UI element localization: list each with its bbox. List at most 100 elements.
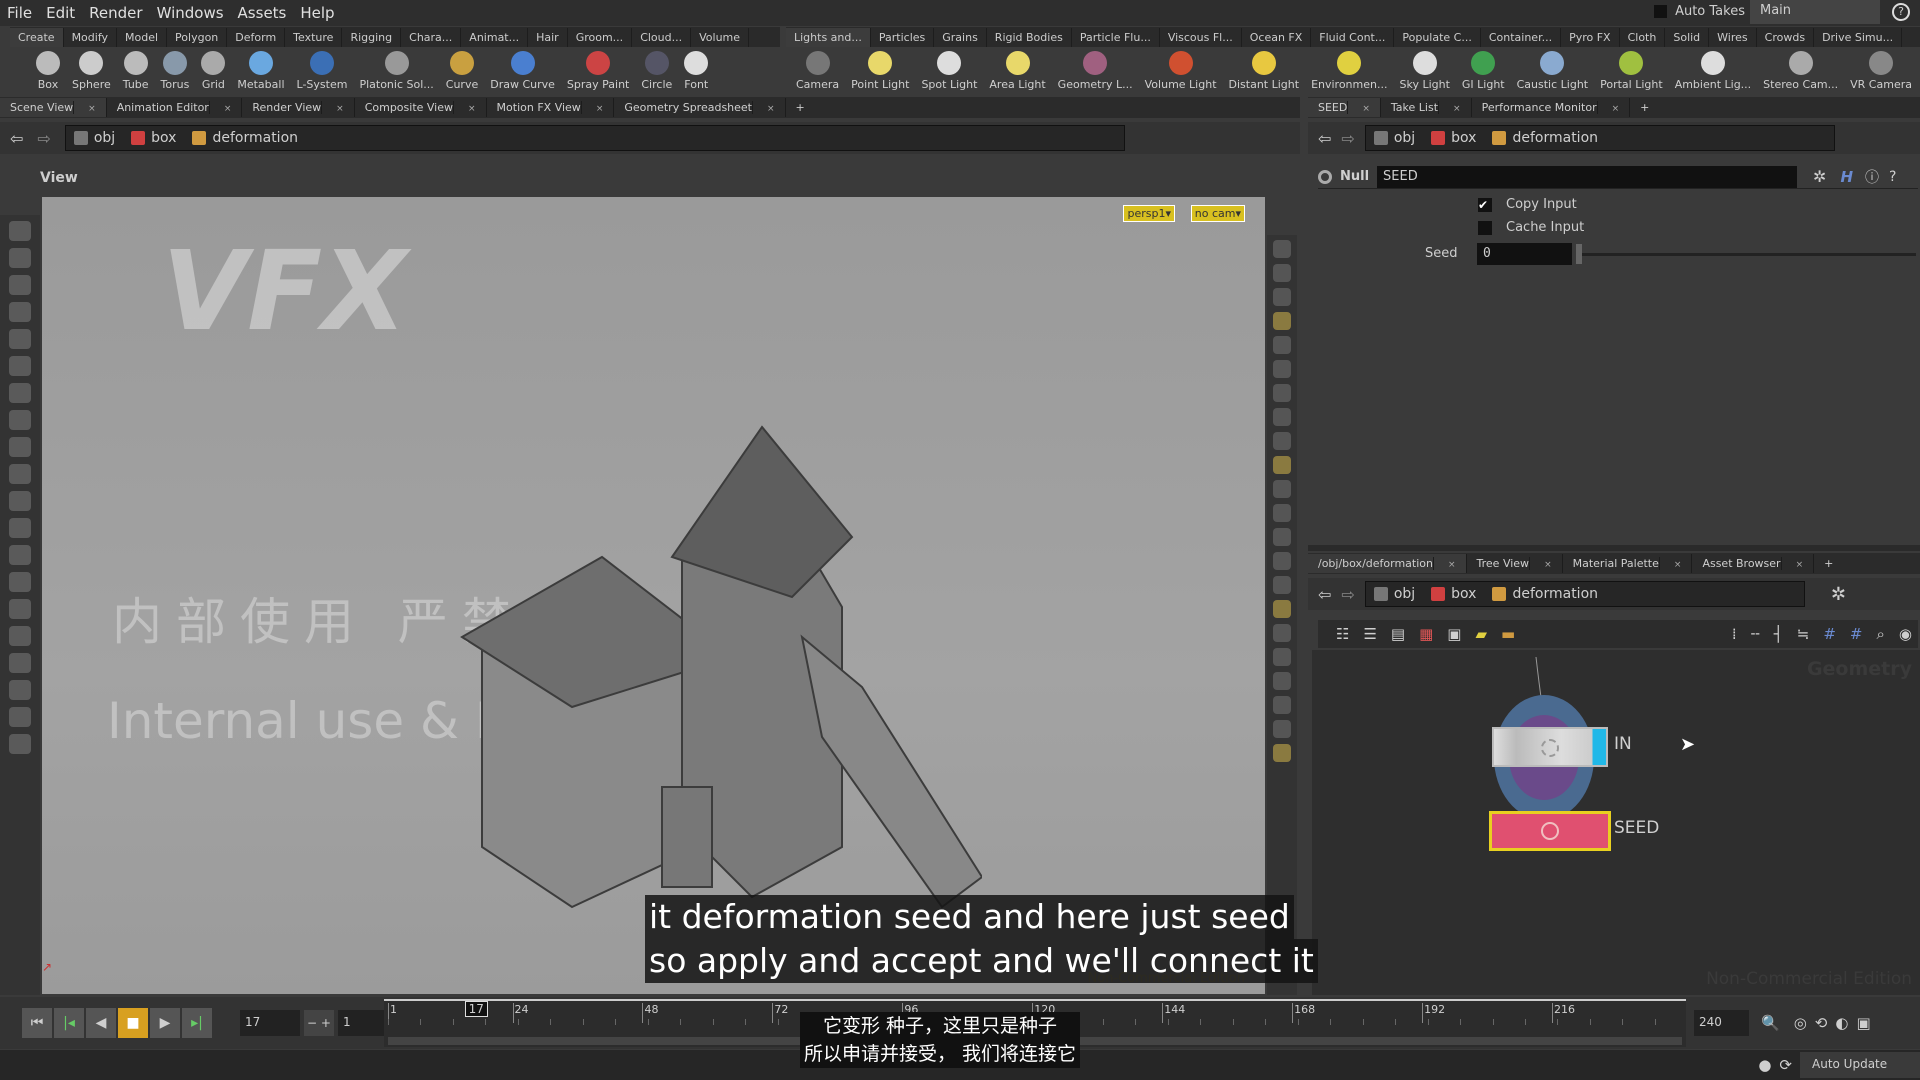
step-stepper[interactable]: − + [304,1010,334,1036]
stop-icon[interactable]: ■ [118,1008,148,1038]
list-icon[interactable]: ☰ [1363,625,1376,643]
display-option-icon[interactable] [1273,600,1291,618]
menu-help[interactable]: Help [293,4,341,22]
close-icon[interactable]: × [336,104,344,114]
cache-icon[interactable]: ● [1758,1056,1771,1074]
shelf-tool-stereo-cam-[interactable]: Stereo Cam... [1763,51,1838,91]
pane-tab[interactable]: Performance Monitor × [1472,98,1631,117]
pane-tab[interactable]: Take List × [1381,98,1472,117]
shelf-tab[interactable]: Crowds [1757,27,1815,47]
shelf-tool-distant-light[interactable]: Distant Light [1229,51,1299,91]
shelf-tab[interactable]: Pyro FX [1561,27,1620,47]
back-icon[interactable]: ⇦ [1318,585,1331,604]
viewport-tool-icon[interactable] [9,221,31,241]
shelf-tool-point-light[interactable]: Point Light [851,51,909,91]
shelf-tool-box[interactable]: Box [36,51,60,91]
viewport-tool-icon[interactable] [9,491,31,511]
shelf-tool-vr-camera[interactable]: VR Camera [1850,51,1912,91]
help-icon[interactable]: ? [1892,3,1910,21]
no-cam-menu[interactable]: no cam▾ [1190,205,1245,222]
snap-icon[interactable]: ╌ [1751,625,1760,643]
menu-edit[interactable]: Edit [39,4,82,22]
refresh-icon[interactable]: ⟳ [1779,1056,1792,1074]
display-option-icon[interactable] [1273,456,1291,474]
viewport-tool-icon[interactable] [9,356,31,376]
viewport-tool-icon[interactable] [9,464,31,484]
close-icon[interactable]: × [88,104,96,114]
node-seed[interactable] [1489,811,1611,851]
viewport-tool-icon[interactable] [9,599,31,619]
shelf-tool-environmen-[interactable]: Environmen... [1311,51,1387,91]
pane-tab[interactable]: Asset Browser × [1692,554,1815,573]
pane-tab[interactable]: Motion FX View × [487,98,615,117]
display-option-icon[interactable] [1273,408,1291,426]
forward-icon[interactable]: ⇨ [37,129,50,148]
shelf-tab[interactable]: Hair [528,27,568,47]
step-field[interactable]: 1 [338,1010,384,1036]
shelf-tab[interactable]: Polygon [167,27,228,47]
realtime-icon[interactable]: ◎ [1794,1014,1807,1032]
forward-icon[interactable]: ⇨ [1341,585,1354,604]
grid-snap-icon[interactable]: # [1823,625,1836,643]
shelf-tab[interactable]: Particles [871,27,935,47]
menu-render[interactable]: Render [82,4,149,22]
viewport-tool-icon[interactable] [9,626,31,646]
play-icon[interactable]: ▶ [150,1008,180,1038]
prev-key-icon[interactable]: |◂ [54,1008,84,1038]
shelf-tab[interactable]: Particle Flu... [1072,27,1160,47]
viewport-tool-icon[interactable] [9,518,31,538]
layout-icon[interactable]: ┤ [1774,625,1783,643]
shelf-tool-tube[interactable]: Tube [123,51,149,91]
shelf-tab[interactable]: Animat... [461,27,529,47]
display-option-icon[interactable] [1273,672,1291,690]
tree-icon[interactable]: ☷ [1336,625,1349,643]
forward-icon[interactable]: ⇨ [1341,129,1354,148]
gear-icon[interactable]: ✲ [1831,584,1846,605]
houdini-help-icon[interactable]: H [1840,168,1853,186]
node-name-field[interactable]: SEED [1377,165,1798,188]
shelf-tool-curve[interactable]: Curve [446,51,478,91]
display-option-icon[interactable] [1273,624,1291,642]
shelf-tool-sphere[interactable]: Sphere [72,51,111,91]
shelf-tool-grid[interactable]: Grid [201,51,226,91]
viewport-tool-icon[interactable] [9,707,31,727]
close-icon[interactable]: × [596,104,604,114]
shelf-tool-sky-light[interactable]: Sky Light [1399,51,1450,91]
param-path-breadcrumb[interactable]: obj box deformation [1364,125,1835,151]
display-option-icon[interactable] [1273,576,1291,594]
network-box-icon[interactable]: ▣ [1447,625,1461,643]
display-option-icon[interactable] [1273,744,1291,762]
shelf-tab[interactable]: Lights and... [786,27,871,47]
shelf-tab[interactable]: Wires [1709,27,1757,47]
display-option-icon[interactable] [1273,696,1291,714]
play-reverse-icon[interactable]: ◀ [86,1008,116,1038]
flow-icon[interactable]: ≒ [1797,625,1810,643]
network-editor[interactable]: Geometry IN SEED ➤ Non-Commercial Editio… [1312,650,1920,995]
close-icon[interactable]: × [1448,560,1456,570]
shelf-tool-l-system[interactable]: L-System [297,51,347,91]
pane-tab[interactable]: /obj/box/deformation × [1308,554,1467,573]
auto-takes-toggle[interactable]: Auto Takes [1654,4,1745,19]
eye-icon[interactable]: ◉ [1899,625,1912,643]
help-icon[interactable]: ? [1889,169,1896,185]
menu-assets[interactable]: Assets [231,4,294,22]
close-icon[interactable]: × [1453,104,1461,114]
shelf-tool-camera[interactable]: Camera [796,51,839,91]
add-tab-icon[interactable]: + [1630,98,1659,117]
spreadsheet-icon[interactable]: ▤ [1391,625,1405,643]
shelf-tab[interactable]: Modify [64,27,118,47]
shelf-tool-caustic-light[interactable]: Caustic Light [1517,51,1588,91]
shelf-tab[interactable]: Grains [934,27,987,47]
shelf-tool-draw-curve[interactable]: Draw Curve [490,51,555,91]
pane-tab[interactable]: Composite View × [355,98,487,117]
shelf-tab[interactable]: Solid [1665,27,1710,47]
loop-icon[interactable]: ⟲ [1815,1014,1828,1032]
pane-tab[interactable]: SEED × [1308,98,1381,117]
add-tab-icon[interactable]: + [1814,554,1843,573]
close-icon[interactable]: × [1362,104,1370,114]
shelf-tab[interactable]: Container... [1481,27,1562,47]
viewport-tool-icon[interactable] [9,653,31,673]
viewport-tool-icon[interactable] [9,248,31,268]
shelf-tab[interactable]: Model [117,27,168,47]
display-option-icon[interactable] [1273,528,1291,546]
